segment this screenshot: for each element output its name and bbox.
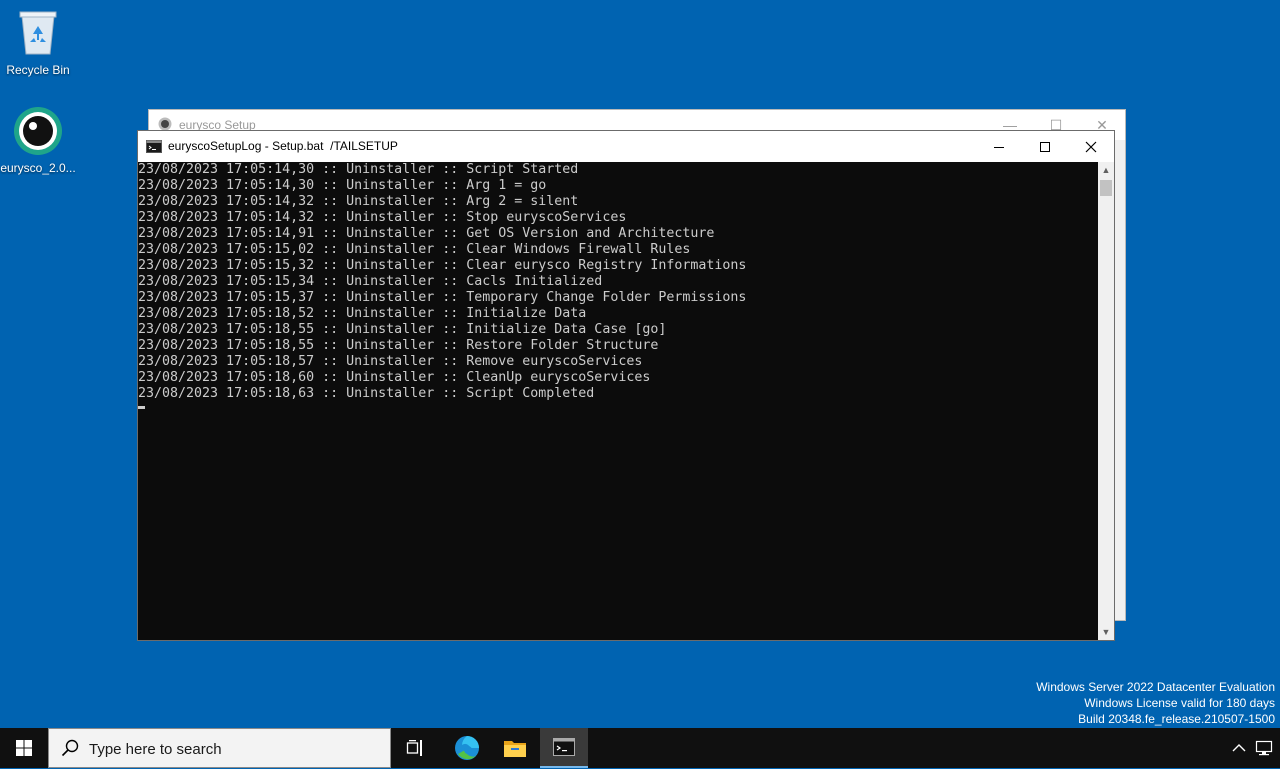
watermark-edition: Windows Server 2022 Datacenter Evaluatio… [1036, 680, 1275, 694]
console-window[interactable]: euryscoSetupLog - Setup.bat /TAILSETUP 2… [137, 130, 1115, 641]
windows-logo-icon [16, 740, 32, 756]
edge-icon [455, 736, 479, 760]
desktop-icon-label: Recycle Bin [6, 63, 70, 77]
log-line: 23/08/2023 17:05:18,52 :: Uninstaller ::… [138, 306, 587, 321]
scroll-up-icon[interactable]: ▲ [1098, 162, 1114, 178]
task-view-button[interactable] [392, 728, 440, 768]
scroll-thumb[interactable] [1100, 180, 1112, 196]
taskbar [0, 728, 1280, 769]
file-explorer-icon [504, 741, 526, 757]
minimize-icon [994, 146, 1004, 148]
log-line: 23/08/2023 17:05:15,37 :: Uninstaller ::… [138, 290, 747, 305]
network-tray-button[interactable] [1252, 728, 1276, 768]
log-line: 23/08/2023 17:05:18,55 :: Uninstaller ::… [138, 322, 667, 337]
scroll-down-icon[interactable]: ▼ [1098, 624, 1114, 640]
show-hidden-icons-button[interactable] [1228, 728, 1250, 768]
chevron-up-icon [1232, 744, 1246, 752]
log-line: 23/08/2023 17:05:15,02 :: Uninstaller ::… [138, 242, 691, 257]
console-output[interactable]: 23/08/2023 17:05:14,30 :: Uninstaller ::… [138, 162, 1098, 640]
log-line: 23/08/2023 17:05:18,55 :: Uninstaller ::… [138, 338, 659, 353]
search-icon [61, 739, 79, 757]
start-button[interactable] [0, 728, 48, 768]
console-titlebar[interactable]: euryscoSetupLog - Setup.bat /TAILSETUP [138, 131, 1114, 162]
taskbar-search[interactable] [48, 728, 391, 769]
network-icon [1255, 740, 1273, 756]
close-icon [1085, 141, 1097, 152]
log-line: 23/08/2023 17:05:14,30 :: Uninstaller ::… [138, 178, 547, 193]
edge-button[interactable] [443, 728, 491, 768]
console-cursor [138, 406, 145, 409]
command-prompt-taskbar-button[interactable] [540, 728, 588, 768]
log-line: 23/08/2023 17:05:14,32 :: Uninstaller ::… [138, 210, 627, 225]
log-line: 23/08/2023 17:05:18,63 :: Uninstaller ::… [138, 386, 595, 401]
console-title: euryscoSetupLog - Setup.bat /TAILSETUP [168, 139, 398, 153]
log-line: 23/08/2023 17:05:18,57 :: Uninstaller ::… [138, 354, 643, 369]
close-button[interactable] [1068, 131, 1114, 162]
log-line: 23/08/2023 17:05:15,34 :: Uninstaller ::… [138, 274, 603, 289]
desktop-icon-recycle-bin[interactable]: Recycle Bin [0, 8, 76, 77]
eurysco-app-icon [14, 107, 62, 155]
command-prompt-icon [146, 140, 162, 158]
log-line: 23/08/2023 17:05:18,60 :: Uninstaller ::… [138, 370, 651, 385]
task-view-icon [406, 740, 422, 756]
setup-window-scrollbar[interactable] [1114, 156, 1125, 620]
log-line: 23/08/2023 17:05:15,32 :: Uninstaller ::… [138, 258, 747, 273]
log-line: 23/08/2023 17:05:14,32 :: Uninstaller ::… [138, 194, 579, 209]
maximize-button[interactable] [1022, 131, 1068, 162]
windows-watermark: Windows Server 2022 Datacenter Evaluatio… [1036, 679, 1275, 727]
maximize-icon [1040, 141, 1050, 152]
log-line: 23/08/2023 17:05:14,30 :: Uninstaller ::… [138, 162, 579, 177]
console-scrollbar[interactable]: ▲ ▼ [1098, 162, 1114, 640]
log-line: 23/08/2023 17:05:14,91 :: Uninstaller ::… [138, 226, 715, 241]
file-explorer-button[interactable] [491, 728, 539, 768]
minimize-button[interactable] [976, 131, 1022, 162]
recycle-bin-icon [19, 11, 57, 55]
command-prompt-icon [553, 738, 575, 756]
desktop-icon-eurysco[interactable]: eurysco_2.0... [0, 106, 76, 175]
search-input[interactable] [87, 729, 381, 769]
watermark-build: Build 20348.fe_release.210507-1500 [1078, 712, 1275, 726]
watermark-license: Windows License valid for 180 days [1084, 696, 1275, 710]
desktop-icon-label: eurysco_2.0... [0, 161, 76, 175]
